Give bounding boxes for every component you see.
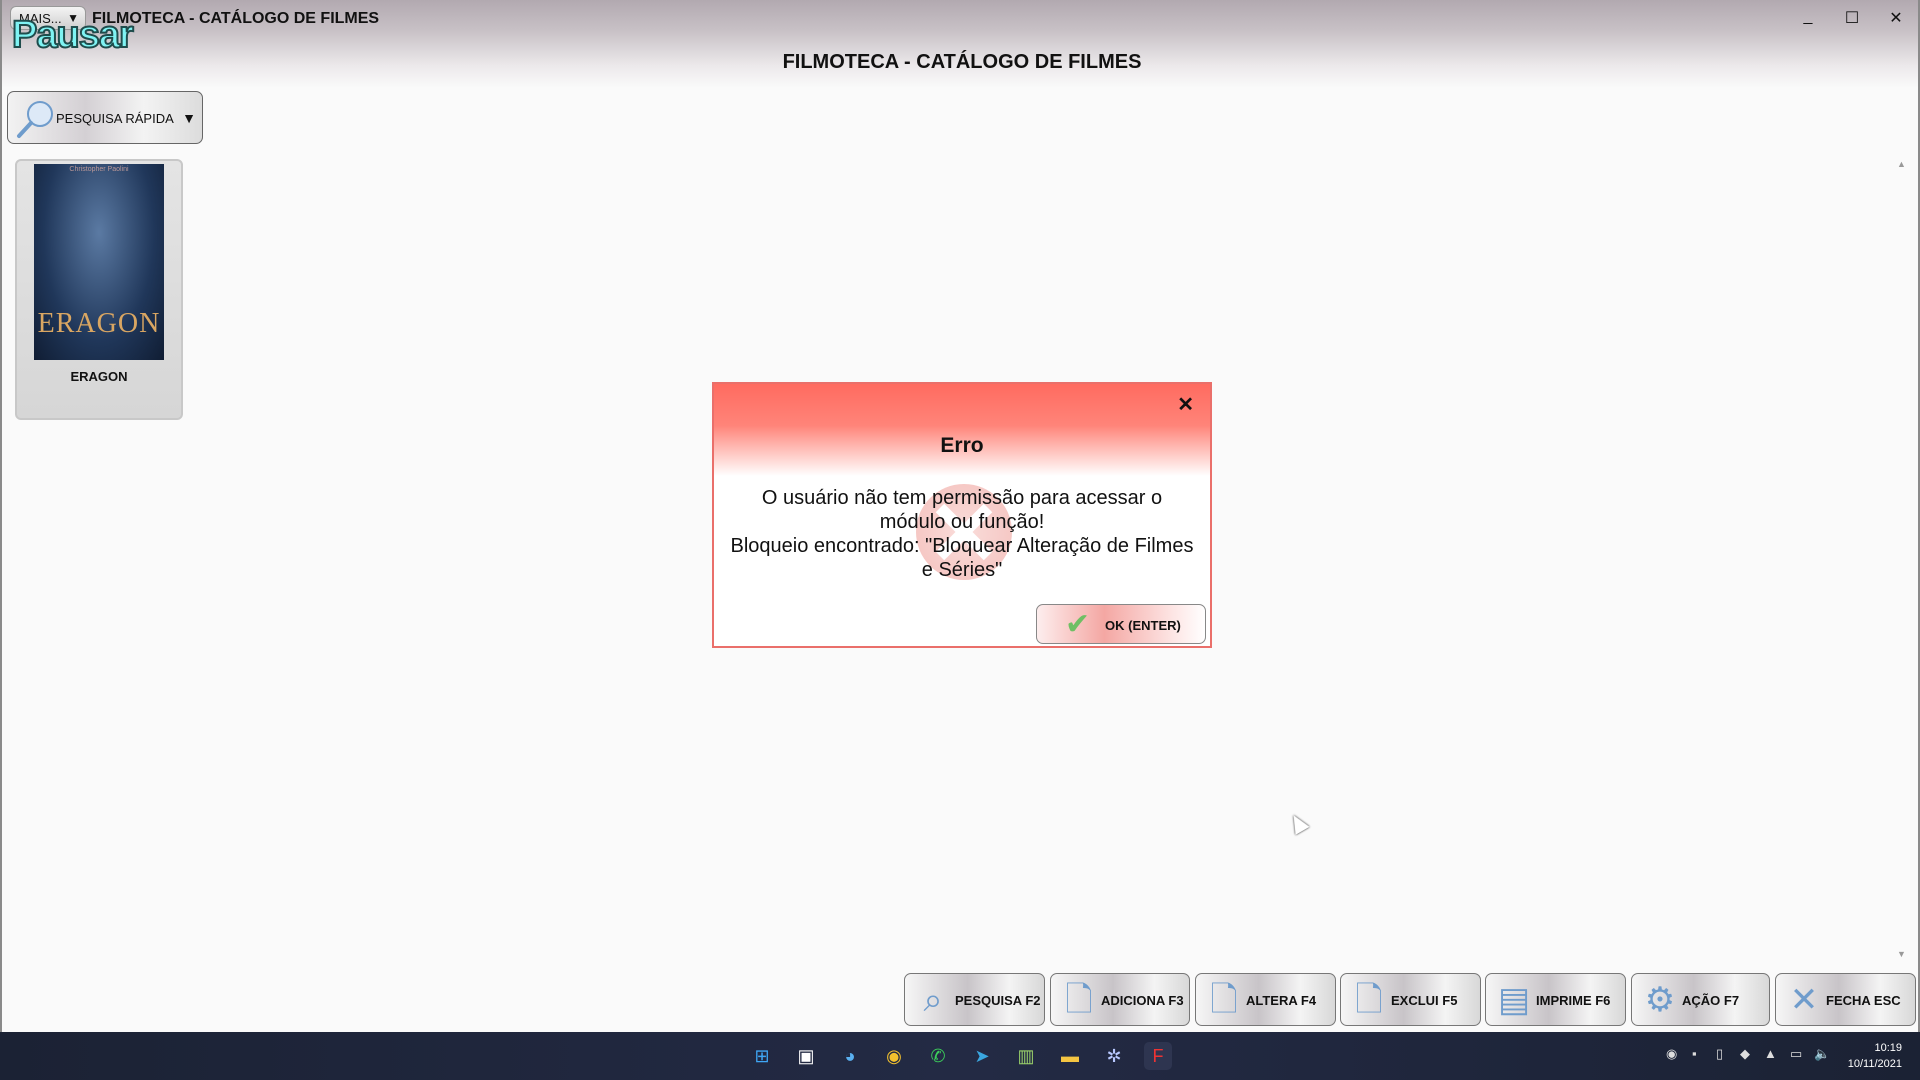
page-title: FILMOTECA - CATÁLOGO DE FILMES (782, 51, 1142, 73)
button-label: AÇÃO F7 (1682, 993, 1740, 1008)
vertical-scrollbar[interactable]: ▲ ▼ (1895, 159, 1909, 959)
poster-title: ERAGON (37, 308, 161, 339)
scroll-down-icon[interactable]: ▼ (1897, 949, 1906, 959)
edit-document-icon: 🗋 (1210, 981, 1238, 1019)
tray-icon[interactable]: ◉ (1666, 1046, 1677, 1062)
message-line: O usuário não tem permissão para acessar… (761, 487, 1163, 509)
add-document-icon: 🗋 (1065, 981, 1093, 1019)
print-button[interactable]: ▤ IMPRIME F6 (1485, 973, 1626, 1026)
start-icon[interactable]: ⊞ (748, 1042, 776, 1070)
minimize-button[interactable]: _ (1788, 8, 1828, 26)
movie-poster: Christopher Paolini ERAGON (34, 164, 164, 360)
button-label: PESQUISA F2 (955, 993, 1041, 1008)
file-explorer-icon[interactable]: ▬ (1056, 1042, 1084, 1070)
title-bar: MAIS... ▼ FILMOTECA - CATÁLOGO DE FILMES … (2, 0, 1918, 88)
whatsapp-icon[interactable]: ✆ (924, 1042, 952, 1070)
dropdown-arrow-icon: ▼ (182, 110, 196, 126)
usb-icon[interactable]: ▯ (1716, 1046, 1723, 1062)
poster-author: Christopher Paolini (69, 166, 129, 173)
ok-label: OK (ENTER) (1105, 618, 1181, 633)
tray-icon[interactable]: ▪ (1692, 1046, 1697, 1061)
dialog-title: Erro (940, 434, 984, 457)
edge-icon[interactable]: ◕ (836, 1042, 864, 1070)
add-button[interactable]: 🗋 ADICIONA F3 (1050, 973, 1190, 1026)
movie-card[interactable]: Christopher Paolini ERAGON ERAGON (15, 159, 183, 420)
taskbar: ⊞ ▣ ◕ ◉ ✆ ➤ ▥ ▬ ✲ F ◉ ▪ ▯ ◆ ▲ ▭ 🔈 10:19 1… (0, 1032, 1920, 1080)
message-line: e Séries" (921, 559, 1003, 581)
task-view-icon[interactable]: ▣ (792, 1042, 820, 1070)
security-icon[interactable]: ◆ (1740, 1046, 1750, 1062)
dialog-header (714, 384, 1210, 476)
settings-icon[interactable]: ✲ (1100, 1042, 1128, 1070)
window-title: FILMOTECA - CATÁLOGO DE FILMES (92, 10, 380, 27)
chrome-icon[interactable]: ◉ (880, 1042, 908, 1070)
app-window: MAIS... ▼ FILMOTECA - CATÁLOGO DE FILMES … (0, 0, 1920, 1032)
dialog-message: O usuário não tem permissão para acessar… (718, 486, 1206, 582)
movie-title: ERAGON (70, 369, 128, 384)
error-dialog: ✕ Erro O usuário não tem permissão para … (712, 382, 1212, 648)
button-label: ADICIONA F3 (1101, 993, 1184, 1008)
search-button[interactable]: ⌕ PESQUISA F2 (904, 973, 1045, 1026)
volume-icon[interactable]: 🔈 (1814, 1046, 1830, 1062)
notepad-icon[interactable]: ▥ (1012, 1042, 1040, 1070)
quick-search-button[interactable]: PESQUISA RÁPIDA ▼ (7, 91, 203, 144)
time: 10:19 (1874, 1042, 1902, 1054)
message-line: Bloqueio encontrado: "Bloquear Alteração… (730, 535, 1194, 557)
checkmark-icon: ✔ (1065, 608, 1091, 641)
close-icon: ✕ (1789, 981, 1819, 1019)
filmoteca-app-icon[interactable]: F (1144, 1042, 1172, 1070)
close-button[interactable]: ✕ FECHA ESC (1775, 973, 1916, 1026)
close-window-button[interactable]: ✕ (1876, 8, 1916, 28)
button-label: IMPRIME F6 (1536, 993, 1611, 1008)
scroll-up-icon[interactable]: ▲ (1897, 159, 1906, 169)
button-label: FECHA ESC (1826, 993, 1901, 1008)
dialog-close-button[interactable]: ✕ (1177, 392, 1194, 417)
quick-search-label: PESQUISA RÁPIDA (56, 111, 174, 126)
maximize-button[interactable]: ☐ (1832, 8, 1872, 28)
clock[interactable]: 10:19 10/11/2021 (1848, 1040, 1902, 1072)
telegram-icon[interactable]: ➤ (968, 1042, 996, 1070)
tray-icon[interactable]: ▲ (1764, 1046, 1777, 1061)
printer-icon: ▤ (1497, 981, 1531, 1019)
button-label: ALTERA F4 (1246, 993, 1317, 1008)
message-line: módulo ou função! (879, 511, 1045, 533)
action-button[interactable]: ⚙ AÇÃO F7 (1631, 973, 1770, 1026)
edit-button[interactable]: 🗋 ALTERA F4 (1195, 973, 1336, 1026)
date: 10/11/2021 (1847, 1058, 1902, 1070)
button-label: EXCLUI F5 (1391, 993, 1458, 1008)
delete-button[interactable]: 🗋 EXCLUI F5 (1340, 973, 1481, 1026)
delete-document-icon: 🗋 (1355, 981, 1383, 1019)
network-icon[interactable]: ▭ (1790, 1046, 1802, 1062)
search-icon (17, 101, 53, 138)
ok-button[interactable]: ✔ OK (ENTER) (1036, 604, 1206, 644)
gears-icon: ⚙ (1644, 981, 1676, 1019)
search-icon: ⌕ (923, 981, 943, 1019)
